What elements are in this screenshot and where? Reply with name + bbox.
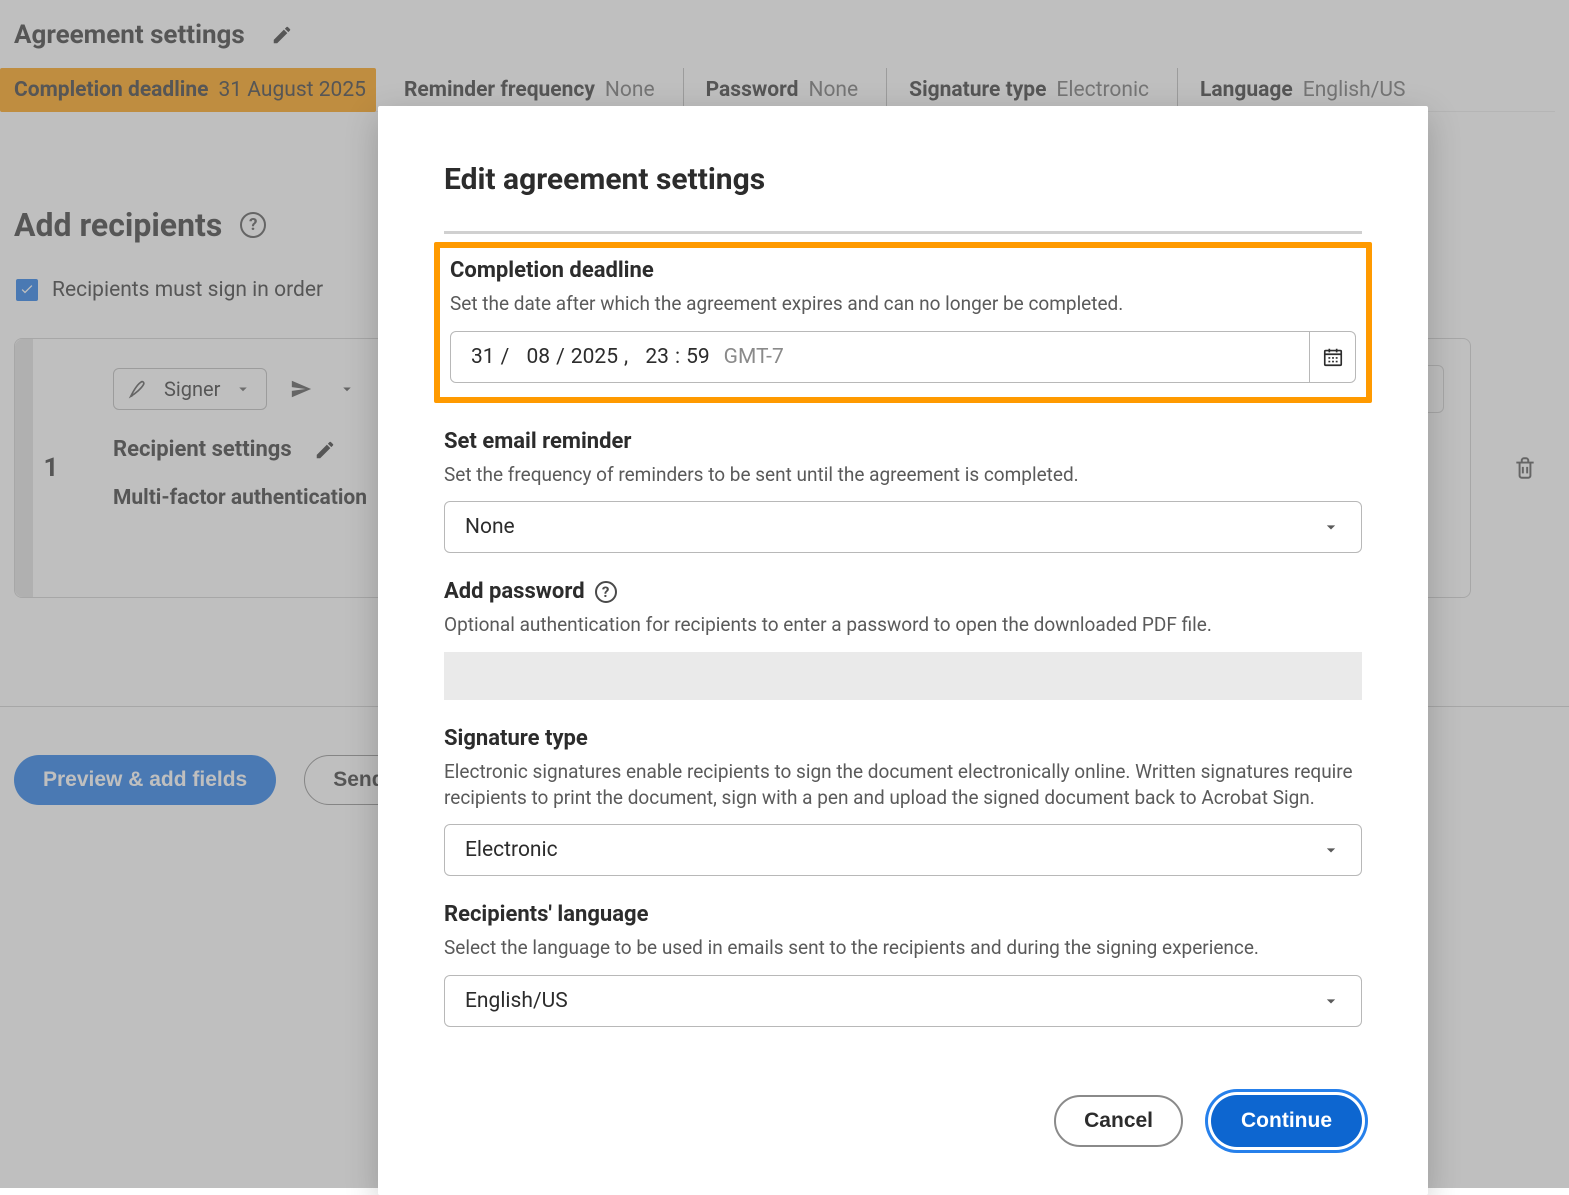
email-reminder-value: None — [465, 515, 515, 539]
cancel-button[interactable]: Cancel — [1054, 1095, 1183, 1147]
pen-icon — [128, 378, 150, 400]
edit-settings-pencil-icon[interactable] — [271, 24, 293, 46]
password-input[interactable] — [444, 652, 1362, 700]
chip-label: Completion deadline — [0, 78, 208, 102]
recipient-role-dropdown[interactable]: Signer — [113, 368, 267, 410]
chevron-down-icon — [1321, 517, 1341, 537]
recipients-language-label: Recipients' language — [444, 902, 1362, 927]
chip-reminder-frequency[interactable]: Reminder frequency None — [402, 68, 657, 112]
agreement-settings-header: Agreement settings — [14, 0, 1555, 68]
deadline-date-text[interactable]: 31/ 08/ 2025, 23: 59 GMT-7 — [451, 345, 1309, 369]
modal-footer: Cancel Continue — [444, 1095, 1362, 1147]
recipients-language-section: Recipients' language Select the language… — [444, 902, 1362, 1027]
deadline-year: 2025 — [571, 345, 618, 369]
recipients-language-value: English/US — [465, 989, 568, 1013]
agreement-settings-title: Agreement settings — [14, 20, 245, 50]
chip-language[interactable]: Language English/US — [1177, 68, 1407, 112]
completion-deadline-label: Completion deadline — [450, 258, 1356, 283]
signature-type-value: Electronic — [465, 838, 558, 862]
modal-top-rule — [444, 231, 1362, 234]
chip-value: English/US — [1303, 78, 1406, 102]
continue-button[interactable]: Continue — [1211, 1095, 1362, 1147]
add-password-desc: Optional authentication for recipients t… — [444, 612, 1362, 638]
role-label: Signer — [164, 377, 220, 401]
add-password-section: Add password ? Optional authentication f… — [444, 579, 1362, 700]
send-icon[interactable] — [289, 377, 313, 401]
completion-deadline-field[interactable]: 31/ 08/ 2025, 23: 59 GMT-7 — [450, 331, 1356, 383]
chip-value: None — [808, 78, 858, 102]
signature-type-select[interactable]: Electronic — [444, 824, 1362, 876]
deadline-day: 31 — [471, 345, 495, 369]
sign-in-order-label: Recipients must sign in order — [52, 278, 323, 302]
recipients-language-select[interactable]: English/US — [444, 975, 1362, 1027]
chip-value: None — [605, 78, 655, 102]
chevron-down-icon — [1321, 991, 1341, 1011]
email-reminder-select[interactable]: None — [444, 501, 1362, 553]
completion-deadline-section: Completion deadline Set the date after w… — [434, 242, 1372, 403]
signature-type-label: Signature type — [444, 726, 1362, 751]
chip-signature-type[interactable]: Signature type Electronic — [886, 68, 1151, 112]
chevron-down-icon — [1321, 840, 1341, 860]
modal-title: Edit agreement settings — [444, 162, 1362, 197]
calendar-icon — [1322, 346, 1344, 368]
deadline-month: 08 — [527, 345, 551, 369]
add-password-label: Add password — [444, 579, 585, 604]
deadline-hour: 23 — [645, 345, 669, 369]
deadline-minute: 59 — [686, 345, 710, 369]
chip-completion-deadline[interactable]: Completion deadline 31 August 2025 — [0, 68, 376, 112]
chevron-down-icon — [234, 380, 252, 398]
chip-label: Signature type — [909, 78, 1046, 102]
signature-type-desc: Electronic signatures enable recipients … — [444, 759, 1362, 810]
preview-add-fields-button[interactable]: Preview & add fields — [14, 755, 276, 805]
recipient-settings-label: Recipient settings — [113, 437, 292, 462]
recipients-language-desc: Select the language to be used in emails… — [444, 935, 1362, 961]
deadline-timezone: GMT-7 — [724, 345, 784, 369]
sign-in-order-checkbox[interactable] — [16, 279, 38, 301]
recipient-order-number: 1 — [44, 453, 59, 483]
delete-recipient-icon[interactable] — [1512, 455, 1538, 481]
chip-label: Password — [706, 78, 799, 102]
edit-recipient-pencil-icon[interactable] — [314, 439, 336, 461]
edit-agreement-settings-modal: Edit agreement settings Completion deadl… — [378, 106, 1428, 1195]
recipient-order-column: 1 — [15, 339, 87, 597]
chip-label: Language — [1200, 78, 1293, 102]
email-reminder-label: Set email reminder — [444, 429, 1362, 454]
chip-value: 31 August 2025 — [218, 78, 365, 102]
help-icon[interactable]: ? — [240, 212, 266, 238]
email-reminder-section: Set email reminder Set the frequency of … — [444, 429, 1362, 554]
chip-value: Electronic — [1056, 78, 1149, 102]
open-calendar-button[interactable] — [1309, 332, 1355, 382]
help-icon[interactable]: ? — [595, 581, 617, 603]
chevron-down-icon[interactable] — [335, 377, 359, 401]
chip-password[interactable]: Password None — [683, 68, 861, 112]
email-reminder-desc: Set the frequency of reminders to be sen… — [444, 462, 1362, 488]
signature-type-section: Signature type Electronic signatures ena… — [444, 726, 1362, 876]
add-recipients-title: Add recipients — [14, 206, 222, 244]
completion-deadline-desc: Set the date after which the agreement e… — [450, 291, 1356, 317]
drag-handle[interactable] — [15, 339, 33, 597]
chip-label: Reminder frequency — [404, 78, 595, 102]
